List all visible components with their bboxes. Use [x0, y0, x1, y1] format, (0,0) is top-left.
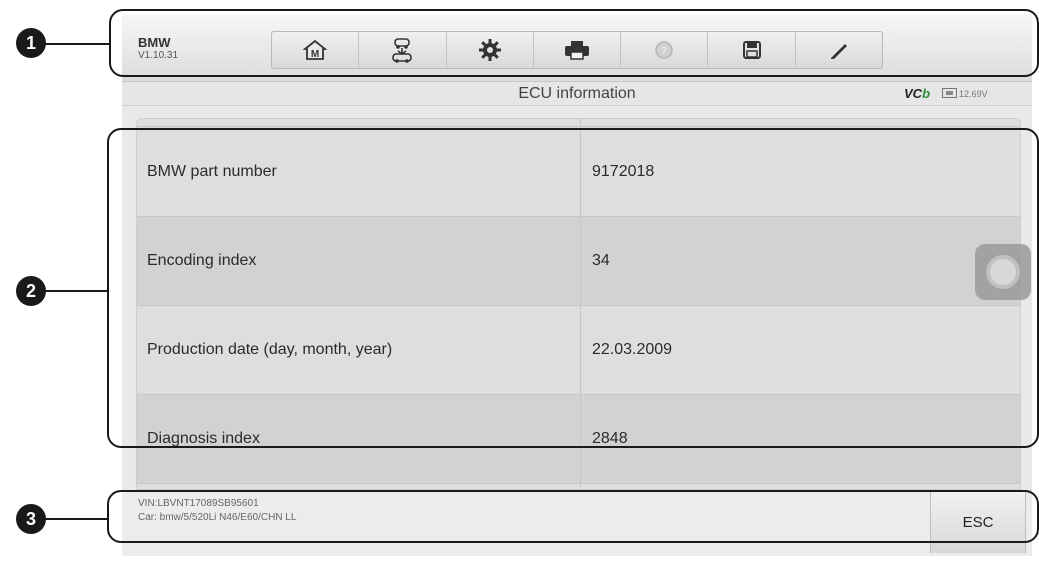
callout-leader — [44, 290, 107, 292]
callout-box-footer — [107, 490, 1039, 543]
vci-label-suffix: b — [922, 86, 931, 101]
table-top-padding — [137, 119, 1020, 127]
battery-icon — [942, 88, 957, 98]
callout-leader — [44, 518, 107, 520]
page-title: ECU information — [518, 85, 636, 102]
battery-status: 12.69V — [942, 88, 988, 99]
callout-box-main — [107, 128, 1039, 448]
vci-label: VC — [904, 86, 923, 101]
callout-box-toolbar — [109, 9, 1039, 77]
table-cell-spacer — [137, 119, 581, 126]
battery-voltage: 12.69V — [959, 89, 988, 99]
callout-badge: 1 — [16, 28, 46, 58]
callout-leader — [44, 43, 109, 45]
callout-badge: 3 — [16, 504, 46, 534]
title-bar: ECU information VCb 12.69V — [122, 82, 1032, 106]
callout-badge: 2 — [16, 276, 46, 306]
table-cell-spacer — [581, 119, 1020, 126]
vci-status: VCb — [904, 86, 930, 101]
